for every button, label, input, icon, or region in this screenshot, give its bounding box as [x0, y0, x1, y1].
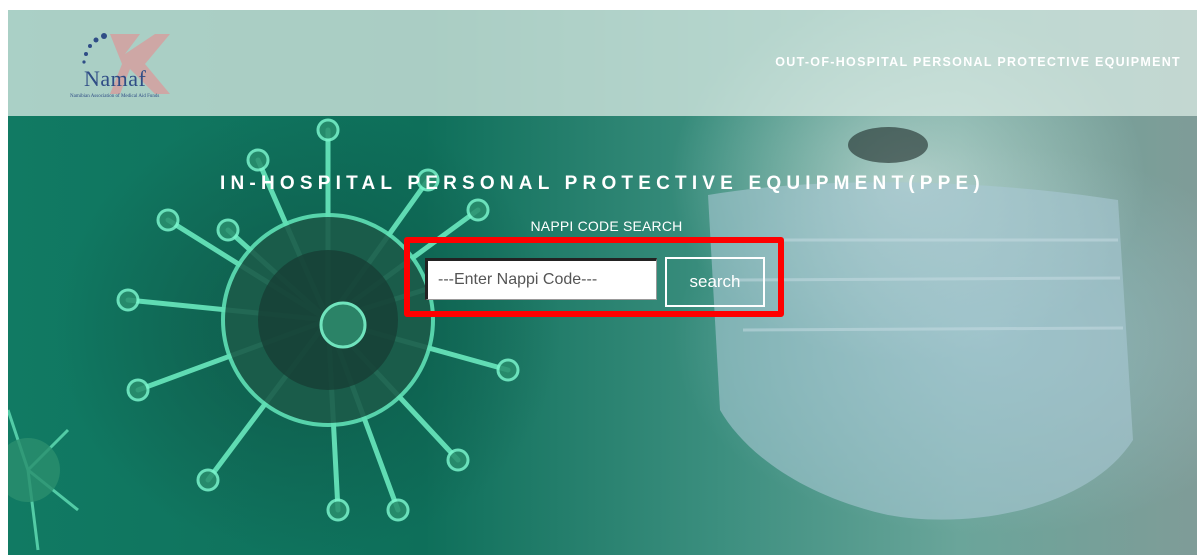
search-section-label-text: NAPPI CODE SEARCH: [530, 218, 683, 234]
logo-subtitle: Namibian Association of Medical Aid Fund…: [70, 94, 160, 99]
logo-name: Namaf: [84, 66, 147, 91]
eye-shape: [848, 127, 928, 163]
search-section-label: NAPPI CODE SEARCH: [8, 218, 1197, 234]
top-navbar: Namaf Namibian Association of Medical Ai…: [8, 10, 1197, 116]
nappi-code-input[interactable]: [425, 258, 657, 300]
search-button[interactable]: search: [665, 257, 765, 307]
page-title: IN-HOSPITAL PERSONAL PROTECTIVE EQUIPMEN…: [220, 173, 985, 194]
nav-link-out-of-hospital[interactable]: OUT-OF-HOSPITAL PERSONAL PROTECTIVE EQUI…: [775, 55, 1181, 69]
namaf-logo[interactable]: Namaf Namibian Association of Medical Ai…: [70, 24, 190, 108]
